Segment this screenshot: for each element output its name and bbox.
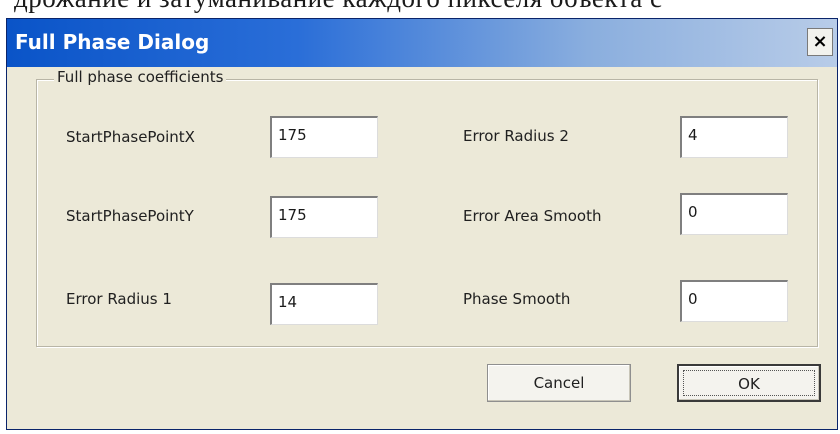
- phase-smooth-label: Phase Smooth: [463, 290, 571, 308]
- cancel-button[interactable]: Cancel: [487, 364, 631, 402]
- groupbox-legend: Full phase coefficients: [54, 68, 227, 86]
- start-phase-point-y-label: StartPhasePointY: [66, 207, 194, 225]
- background-document-text: дрожание и затуманивание каждого пикселя…: [14, 0, 663, 14]
- dialog-title: Full Phase Dialog: [15, 30, 210, 54]
- dialog-titlebar[interactable]: Full Phase Dialog ×: [7, 19, 837, 67]
- focus-rectangle: [683, 370, 815, 396]
- ok-button[interactable]: OK: [677, 364, 821, 402]
- error-area-smooth-label: Error Area Smooth: [463, 207, 602, 225]
- start-phase-point-x-input[interactable]: 175: [270, 116, 378, 158]
- close-button[interactable]: ×: [807, 28, 833, 56]
- error-area-smooth-input[interactable]: 0: [680, 193, 788, 235]
- error-radius-1-label: Error Radius 1: [66, 290, 172, 308]
- page: дрожание и затуманивание каждого пикселя…: [0, 0, 840, 434]
- error-radius-1-input[interactable]: 14: [270, 283, 378, 325]
- phase-smooth-input[interactable]: 0: [680, 280, 788, 322]
- error-radius-2-input[interactable]: 4: [680, 116, 788, 158]
- error-radius-2-label: Error Radius 2: [463, 127, 569, 145]
- close-icon: ×: [812, 31, 828, 52]
- start-phase-point-x-label: StartPhasePointX: [66, 128, 195, 146]
- start-phase-point-y-input[interactable]: 175: [270, 196, 378, 238]
